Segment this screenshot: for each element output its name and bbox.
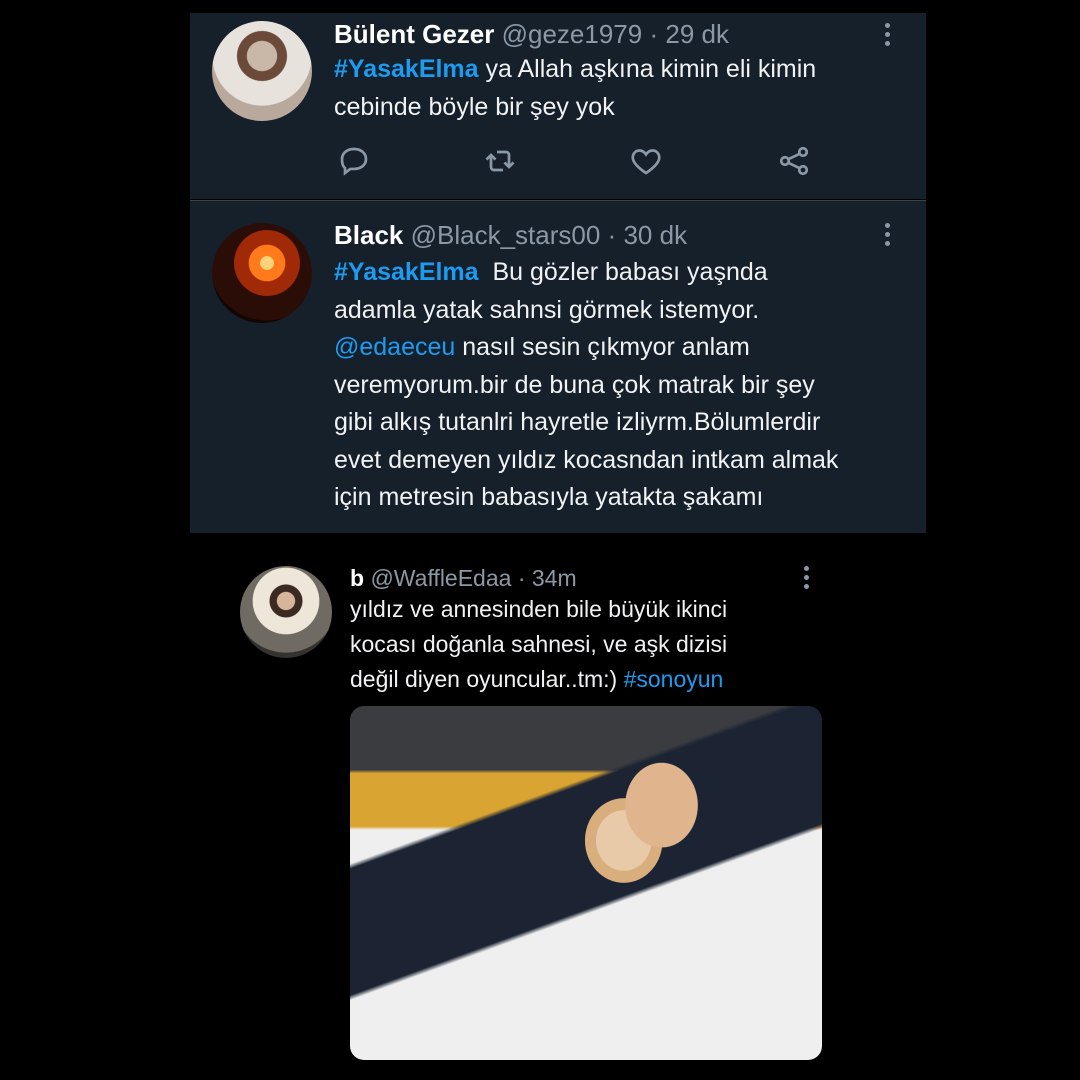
timestamp[interactable]: 30 dk (623, 220, 687, 250)
tweet-text-line: ya Allah aşkına kimin eli kimin (478, 55, 817, 83)
tweet-text: yıldız ve annesinden bile büyük ikinci k… (350, 592, 727, 697)
tweet-card-3[interactable]: b @WaffleEdaa · 34m yıldız ve annesinden… (240, 558, 825, 1068)
user-handle[interactable]: @WaffleEdaa (370, 565, 511, 591)
tweet-text-line: gibi alkış tutanlri hayretle izliyrm.Böl… (334, 408, 821, 436)
display-name[interactable]: b (350, 565, 364, 591)
mention-link[interactable]: @edaeceu (334, 333, 455, 361)
tweet-header: Bülent Gezer @geze1979 · 29 dk (334, 19, 729, 49)
tweet-text-line: evet demeyen yıldız kocasndan intkam alm… (334, 445, 839, 474)
more-vertical-icon[interactable] (804, 566, 810, 590)
timestamp[interactable]: 29 dk (665, 19, 729, 49)
tweet-text-line: adamla yatak sahnsi görmek istemyor. (334, 295, 760, 324)
tweet-media-image[interactable] (350, 706, 822, 1060)
tweet-card-2[interactable]: Black @Black_stars00 · 30 dk #YasakElma … (190, 200, 926, 533)
hashtag-link[interactable]: #sonoyun (624, 666, 724, 692)
tweet-header: b @WaffleEdaa · 34m (350, 563, 577, 593)
tweet-text-line: cebinde böyle bir şey yok (334, 92, 615, 121)
avatar[interactable] (212, 21, 312, 121)
tweet-card-1[interactable]: Bülent Gezer @geze1979 · 29 dk #YasakElm… (190, 13, 926, 199)
tweet-text-line: için metresin babasıyla yatakta şakamı (334, 483, 764, 511)
separator: · (649, 19, 659, 49)
tweet-text-line: Bu gözler babası yaşnda (478, 258, 768, 286)
tweet-text-line: yıldız ve annesinden bile büyük ikinci (350, 596, 728, 622)
display-name[interactable]: Black (334, 220, 403, 250)
user-handle[interactable]: @Black_stars00 (411, 220, 601, 250)
more-vertical-icon[interactable] (885, 223, 891, 247)
hashtag-link[interactable]: #YasakElma (334, 258, 479, 286)
tweet-text-line: nasıl sesin çıkmyor anlam (455, 333, 750, 361)
tweet-text: #YasakElma ya Allah aşkına kimin eli kim… (334, 51, 816, 126)
more-vertical-icon[interactable] (885, 23, 891, 47)
heart-icon[interactable] (628, 143, 668, 183)
tweet-actions (336, 143, 816, 183)
timestamp[interactable]: 34m (532, 565, 577, 591)
avatar[interactable] (240, 566, 332, 658)
retweet-icon[interactable] (482, 143, 522, 183)
user-handle[interactable]: @geze1979 (502, 19, 643, 49)
tweet-text-line: kocası doğanla sahnesi, ve aşk dizisi (350, 631, 728, 657)
tweet-text-line: veremyorum.bir de buna çok matrak bir şe… (334, 370, 815, 399)
hashtag-link[interactable]: #YasakElma (334, 55, 479, 83)
tweet-header: Black @Black_stars00 · 30 dk (334, 220, 687, 250)
tweet-text-line: değil diyen oyuncular..tm:) (350, 666, 624, 692)
display-name[interactable]: Bülent Gezer (334, 19, 494, 49)
avatar[interactable] (212, 223, 312, 323)
separator: · (607, 220, 617, 250)
speech-bubble-icon[interactable] (336, 143, 376, 183)
share-icon[interactable] (776, 143, 816, 183)
separator: · (517, 565, 526, 591)
tweet-text: #YasakElma Bu gözler babası yaşnda adaml… (334, 254, 838, 517)
